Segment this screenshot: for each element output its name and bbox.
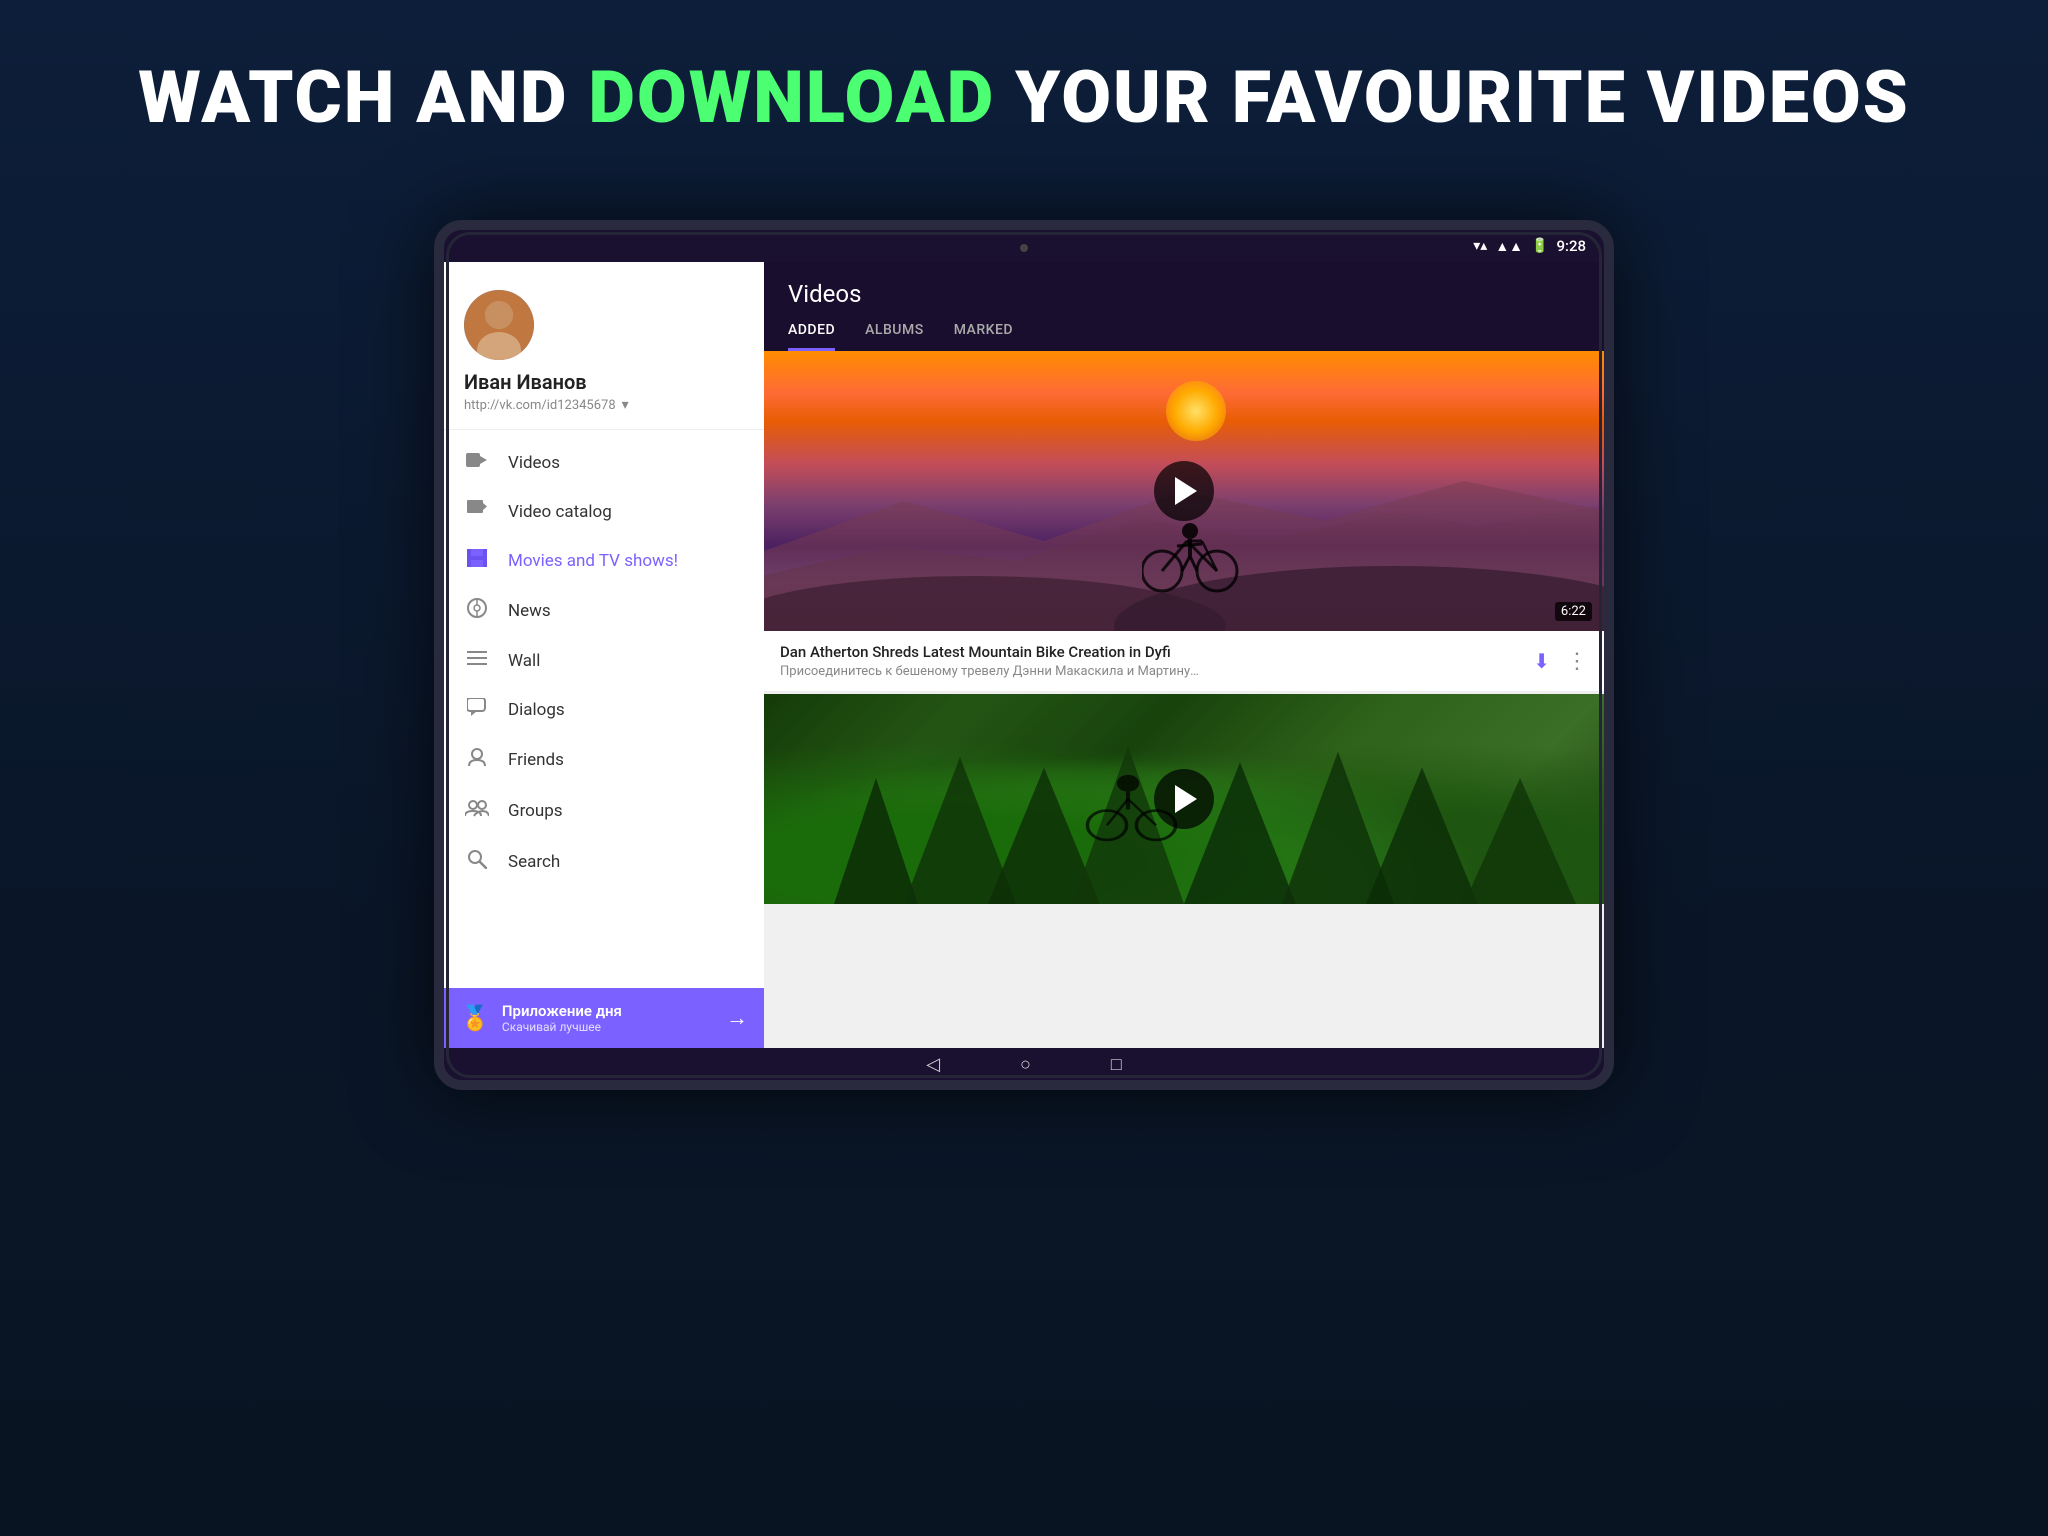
more-button-1[interactable]: ⋮ [1566, 649, 1588, 674]
play-button-1[interactable] [1154, 461, 1214, 521]
power-button [1610, 430, 1614, 475]
sidebar-item-label-videos: Videos [508, 453, 560, 473]
sidebar-item-video-catalog[interactable]: Video catalog [444, 487, 764, 536]
videos-header: Videos ADDED ALBUMS MARKED [764, 262, 1604, 351]
nav-list: Videos Video catalog Movies and TV shows… [444, 430, 764, 988]
promo-text: Приложение дня Скачивай лучшее [502, 1002, 714, 1034]
back-button[interactable]: ◁ [926, 1054, 940, 1075]
sidebar-item-label-groups: Groups [508, 801, 563, 821]
sidebar-item-label-news: News [508, 601, 551, 621]
video-card-1: 6:22 Dan Atherton Shreds Latest Mountain… [764, 351, 1604, 692]
sidebar-item-label-catalog: Video catalog [508, 502, 612, 522]
sidebar: Иван Иванов http://vk.com/id12345678 ▾ V… [444, 262, 764, 1048]
tab-added[interactable]: ADDED [788, 322, 835, 351]
profile-area[interactable]: Иван Иванов http://vk.com/id12345678 ▾ [444, 262, 764, 430]
volume-button [434, 490, 438, 545]
video-desc-1: Присоединитесь к бешеному тревелу Дэнни … [780, 664, 1200, 679]
sidebar-item-movies[interactable]: Movies and TV shows! [444, 536, 764, 585]
battery-icon: 🔋 [1531, 238, 1548, 254]
sidebar-item-videos[interactable]: Videos [444, 438, 764, 487]
user-name: Иван Иванов [464, 370, 744, 394]
news-icon [464, 598, 490, 623]
avatar [464, 290, 534, 360]
tab-marked[interactable]: MARKED [954, 322, 1013, 351]
main-content: Videos ADDED ALBUMS MARKED [764, 262, 1604, 1048]
user-url: http://vk.com/id12345678 [464, 398, 616, 413]
sidebar-item-label-wall: Wall [508, 651, 540, 671]
sidebar-item-news[interactable]: News [444, 585, 764, 636]
video-thumbnail-2[interactable] [764, 694, 1604, 904]
search-icon [464, 849, 490, 874]
headline-text-watch: WATCH AND [138, 55, 588, 140]
promo-arrow-icon: → [726, 1005, 748, 1031]
sidebar-item-label-friends: Friends [508, 750, 564, 770]
status-time: 9:28 [1556, 237, 1586, 255]
tablet-device: ▾▴ ▲▲ 🔋 9:28 Иван Иванов http:// [434, 220, 1614, 1090]
video-catalog-icon [464, 500, 490, 523]
video-text-1: Dan Atherton Shreds Latest Mountain Bike… [780, 643, 1533, 679]
video-card-2 [764, 694, 1604, 904]
signal-icon: ▲▲ [1495, 238, 1523, 255]
movies-icon [464, 549, 490, 572]
bottom-nav: ◁ ○ □ [444, 1048, 1604, 1080]
tabs-row: ADDED ALBUMS MARKED [788, 322, 1580, 351]
sidebar-item-label-dialogs: Dialogs [508, 700, 565, 720]
play-triangle-2 [1175, 785, 1197, 813]
video-info-1: Dan Atherton Shreds Latest Mountain Bike… [764, 631, 1604, 692]
promo-icon: 🏅 [460, 1004, 490, 1032]
duration-badge-1: 6:22 [1555, 602, 1592, 621]
headline-text-end: YOUR FAVOURITE VIDEOS [995, 55, 1910, 140]
headline-download: DOWNLOAD [588, 55, 995, 140]
camera [1020, 244, 1028, 252]
video-list: 6:22 Dan Atherton Shreds Latest Mountain… [764, 351, 1604, 1048]
home-button[interactable]: ○ [1020, 1054, 1031, 1075]
headline: WATCH AND DOWNLOAD YOUR FAVOURITE VIDEOS [0, 55, 2048, 140]
video-thumbnail-1[interactable]: 6:22 [764, 351, 1604, 631]
tab-albums[interactable]: ALBUMS [865, 322, 924, 351]
play-button-2[interactable] [1154, 769, 1214, 829]
biker-silhouette [1142, 516, 1242, 596]
sidebar-item-search[interactable]: Search [444, 836, 764, 887]
promo-subtitle: Скачивай лучшее [502, 1020, 714, 1034]
video-actions-1: ⬇ ⋮ [1533, 649, 1588, 674]
videos-icon [464, 451, 490, 474]
download-button-1[interactable]: ⬇ [1533, 649, 1550, 673]
wifi-icon: ▾▴ [1473, 238, 1487, 254]
app-area: Иван Иванов http://vk.com/id12345678 ▾ V… [444, 262, 1604, 1048]
sidebar-item-label-movies: Movies and TV shows! [508, 551, 678, 571]
videos-title: Videos [788, 280, 1580, 308]
promo-bar[interactable]: 🏅 Приложение дня Скачивай лучшее → [444, 988, 764, 1048]
friends-icon [464, 747, 490, 772]
sidebar-item-wall[interactable]: Wall [444, 636, 764, 685]
recent-button[interactable]: □ [1111, 1054, 1122, 1075]
chevron-down-icon: ▾ [622, 397, 629, 413]
wall-icon [464, 649, 490, 672]
promo-title: Приложение дня [502, 1002, 714, 1020]
sidebar-item-friends[interactable]: Friends [444, 734, 764, 785]
groups-icon [464, 798, 490, 823]
video-title-1: Dan Atherton Shreds Latest Mountain Bike… [780, 643, 1200, 661]
sidebar-item-dialogs[interactable]: Dialogs [444, 685, 764, 734]
sidebar-item-label-search: Search [508, 852, 560, 872]
play-triangle-1 [1175, 477, 1197, 505]
dialogs-icon [464, 698, 490, 721]
sidebar-item-groups[interactable]: Groups [444, 785, 764, 836]
user-url-row: http://vk.com/id12345678 ▾ [464, 397, 744, 413]
